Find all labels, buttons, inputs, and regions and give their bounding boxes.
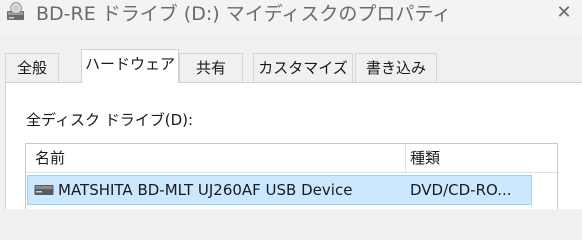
tab-customize[interactable]: カスタマイズ bbox=[253, 53, 353, 82]
drive-icon bbox=[34, 185, 54, 195]
device-list[interactable]: 名前 種類 MATSHITA BD-MLT UJ260AF USB Device… bbox=[25, 143, 559, 209]
tab-general[interactable]: 全般 bbox=[5, 53, 59, 82]
drives-label: 全ディスク ドライブ(D): bbox=[26, 111, 194, 129]
tab-recording[interactable]: 書き込み bbox=[355, 53, 437, 82]
close-icon[interactable]: ✕ bbox=[552, 2, 576, 26]
header-divider bbox=[26, 172, 559, 173]
column-header-type[interactable]: 種類 bbox=[410, 144, 440, 172]
optical-drive-icon bbox=[7, 2, 24, 20]
title-bar: BD-RE ドライブ (D:) マイディスクのプロパティ ✕ bbox=[0, 0, 582, 34]
device-name: MATSHITA BD-MLT UJ260AF USB Device bbox=[58, 181, 353, 199]
column-divider[interactable] bbox=[405, 144, 406, 172]
tab-hardware[interactable]: ハードウェア bbox=[81, 49, 179, 83]
tab-strip: 全般 ハードウェア 共有 カスタマイズ 書き込み bbox=[0, 49, 582, 83]
list-item[interactable]: MATSHITA BD-MLT UJ260AF USB Device DVD/C… bbox=[27, 175, 532, 205]
device-type: DVD/CD-RO... bbox=[410, 181, 512, 199]
window-title: BD-RE ドライブ (D:) マイディスクのプロパティ bbox=[36, 3, 452, 25]
column-header-name[interactable]: 名前 bbox=[35, 144, 65, 172]
tab-sharing[interactable]: 共有 bbox=[179, 53, 243, 82]
